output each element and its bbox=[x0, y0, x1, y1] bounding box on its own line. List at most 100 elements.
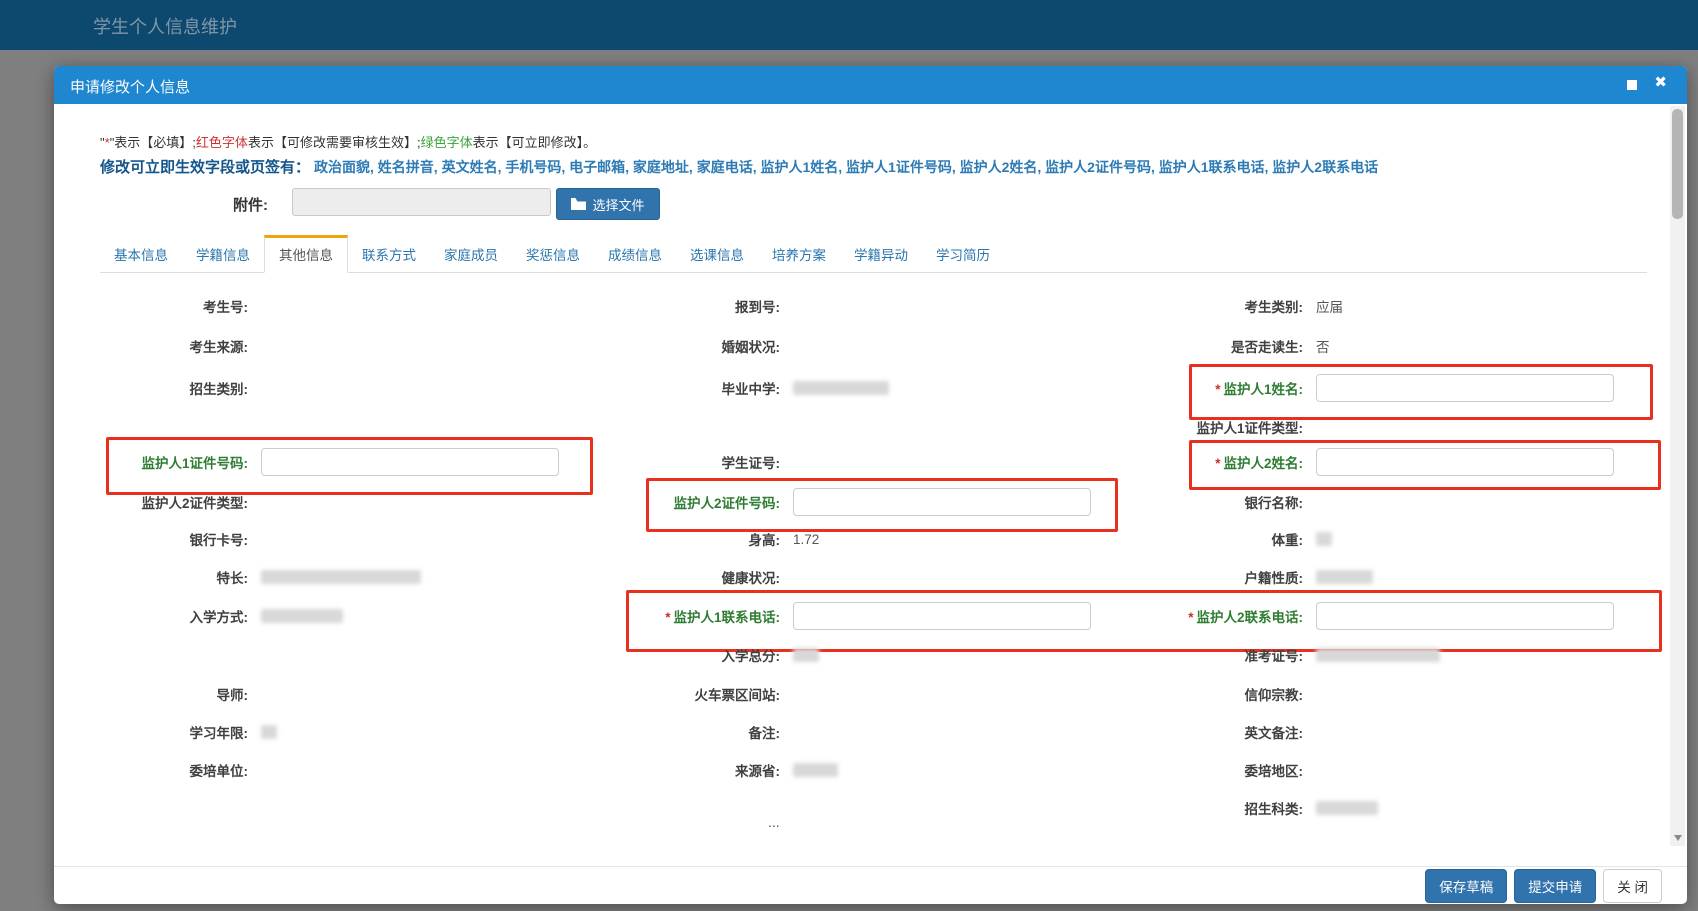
field-kaoshenghao: 考生号: bbox=[100, 291, 261, 321]
field-label: 特长: bbox=[100, 567, 248, 587]
jianhuren1xingming-input[interactable] bbox=[1316, 374, 1614, 402]
close-icon[interactable]: ✖ bbox=[1654, 75, 1667, 90]
field-weipeidiqu: 委培地区: bbox=[1094, 755, 1316, 785]
redacted-value bbox=[1316, 570, 1373, 584]
legend-line1: "*"表示【必填】;红色字体表示【可修改需要审核生效】;绿色字体表示【可立即修改… bbox=[100, 132, 596, 151]
scrollbar[interactable] bbox=[1670, 106, 1685, 846]
overflow-ellipsis: ... bbox=[768, 814, 780, 830]
field-label: 监护人1证件号码: bbox=[100, 452, 248, 472]
attachment-input[interactable] bbox=[292, 188, 551, 216]
field-label: 户籍性质: bbox=[1094, 567, 1303, 587]
field-shifouzudusheng: 是否走读生: 否 bbox=[1094, 331, 1330, 361]
field-label: 英文备注: bbox=[1094, 722, 1303, 742]
field-label: 体重: bbox=[1094, 529, 1303, 549]
restore-icon[interactable] bbox=[1627, 80, 1637, 90]
redacted-value bbox=[793, 648, 819, 662]
legend-part2: 表示【可修改需要审核生效】; bbox=[248, 135, 421, 150]
tab-xuanke-xinxi[interactable]: 选课信息 bbox=[676, 236, 758, 272]
field-label: 健康状况: bbox=[614, 567, 780, 587]
tab-lianxi-fangshi[interactable]: 联系方式 bbox=[348, 236, 430, 272]
jianhuren2lianxidianhua-input[interactable] bbox=[1316, 602, 1614, 630]
scroll-down-button[interactable] bbox=[1670, 830, 1685, 846]
field-label: 学习年限: bbox=[100, 722, 248, 742]
field-laiyuansheng: 来源省: bbox=[614, 755, 838, 785]
modal-title: 申请修改个人信息 bbox=[70, 76, 190, 97]
scrollbar-thumb[interactable] bbox=[1672, 109, 1683, 219]
tab-xuexi-jianli[interactable]: 学习简历 bbox=[922, 236, 1004, 272]
field-value: 否 bbox=[1316, 336, 1330, 356]
redacted-value bbox=[793, 381, 889, 395]
field-label: 招生科类: bbox=[1094, 798, 1303, 818]
field-label: 考生号: bbox=[100, 296, 248, 316]
app-header: 学生个人信息维护 bbox=[0, 0, 1698, 50]
field-zhaoshengleibie: 招生类别: bbox=[100, 373, 261, 403]
field-label-text: 监护人2联系电话: bbox=[1196, 610, 1303, 625]
redacted-value bbox=[1316, 648, 1440, 662]
redacted-value bbox=[1316, 532, 1332, 546]
field-jianhuren1zhengjianleixing: 监护人1证件类型: bbox=[1094, 412, 1316, 442]
tab-qita-xinxi[interactable]: 其他信息 bbox=[264, 235, 348, 273]
tab-bar: 基本信息 学籍信息 其他信息 联系方式 家庭成员 奖惩信息 成绩信息 选课信息 … bbox=[100, 239, 1647, 273]
field-label: *监护人2姓名: bbox=[1094, 452, 1303, 472]
required-marker: * bbox=[665, 610, 670, 625]
field-jianhuren2zhengjianleixing: 监护人2证件类型: bbox=[100, 487, 261, 517]
jianhuren1lianxidianhua-input[interactable] bbox=[793, 602, 1091, 630]
field-kaoshenglaiyuan: 考生来源: bbox=[100, 331, 261, 361]
field-label: 备注: bbox=[614, 722, 780, 742]
tab-xueji-yidong[interactable]: 学籍异动 bbox=[840, 236, 922, 272]
field-label: 火车票区间站: bbox=[614, 684, 780, 704]
field-label: 导师: bbox=[100, 684, 248, 704]
field-jianhuren1zhengjianhaoma: 监护人1证件号码: bbox=[100, 447, 559, 477]
tab-jiangcheng-xinxi[interactable]: 奖惩信息 bbox=[512, 236, 594, 272]
field-label-text: 监护人2姓名: bbox=[1223, 456, 1303, 471]
tab-xueji-xinxi[interactable]: 学籍信息 bbox=[182, 236, 264, 272]
close-button[interactable]: 关 闭 bbox=[1603, 869, 1662, 903]
field-hunyinzhuangkuang: 婚姻状况: bbox=[614, 331, 793, 361]
save-draft-button[interactable]: 保存草稿 bbox=[1425, 869, 1507, 903]
field-label: 银行卡号: bbox=[100, 529, 248, 549]
modal-dialog: 申请修改个人信息 ✖ "*"表示【必填】;红色字体表示【可修改需要审核生效】;绿… bbox=[54, 66, 1687, 904]
field-label: *监护人1联系电话: bbox=[614, 606, 780, 626]
redacted-value bbox=[261, 609, 343, 623]
jianhuren2zhengjianhaoma-input[interactable] bbox=[793, 488, 1091, 516]
field-label: 银行名称: bbox=[1094, 492, 1303, 512]
field-label: 监护人2证件号码: bbox=[614, 492, 780, 512]
tab-peiyang-fangan[interactable]: 培养方案 bbox=[758, 236, 840, 272]
field-label: 准考证号: bbox=[1094, 645, 1303, 665]
modal-footer: 保存草稿 提交申请 关 闭 bbox=[54, 866, 1687, 904]
field-label: 信仰宗教: bbox=[1094, 684, 1303, 704]
field-xueshengzhenghao: 学生证号: bbox=[614, 447, 793, 477]
field-label: 报到号: bbox=[614, 296, 780, 316]
field-label: 毕业中学: bbox=[614, 378, 780, 398]
field-label: 监护人1证件类型: bbox=[1094, 417, 1303, 437]
field-beizhu: 备注: bbox=[614, 717, 793, 747]
legend-line2-fields: 政治面貌, 姓名拼音, 英文姓名, 手机号码, 电子邮箱, 家庭地址, 家庭电话… bbox=[314, 159, 1378, 175]
field-tizhong: 体重: bbox=[1094, 524, 1332, 554]
field-baodaohao: 报到号: bbox=[614, 291, 793, 321]
field-label: 招生类别: bbox=[100, 378, 248, 398]
folder-icon bbox=[571, 198, 586, 210]
tab-chengji-xinxi[interactable]: 成绩信息 bbox=[594, 236, 676, 272]
choose-file-button[interactable]: 选择文件 bbox=[556, 188, 660, 220]
submit-application-button[interactable]: 提交申请 bbox=[1514, 869, 1596, 903]
legend-line2: 修改可立即生效字段或页签有：政治面貌, 姓名拼音, 英文姓名, 手机号码, 电子… bbox=[100, 156, 1378, 177]
jianhuren1zhengjianhaoma-input[interactable] bbox=[261, 448, 559, 476]
field-label: 是否走读生: bbox=[1094, 336, 1303, 356]
tab-jiben-xinxi[interactable]: 基本信息 bbox=[100, 236, 182, 272]
field-label: *监护人1姓名: bbox=[1094, 378, 1303, 398]
field-biyezhongxue: 毕业中学: bbox=[614, 373, 889, 403]
legend-part3: 表示【可立即修改】。 bbox=[473, 135, 597, 150]
field-hujixingzhi: 户籍性质: bbox=[1094, 562, 1373, 592]
jianhuren2xingming-input[interactable] bbox=[1316, 448, 1614, 476]
tab-jiating-chengyuan[interactable]: 家庭成员 bbox=[430, 236, 512, 272]
redacted-value bbox=[261, 725, 277, 739]
field-xuexinianxian: 学习年限: bbox=[100, 717, 277, 747]
screen: 学生个人信息维护 申请修改个人信息 ✖ "*"表示【必填】;红色字体表示【可修改… bbox=[0, 0, 1698, 911]
field-jianhuren2lianxidianhua: *监护人2联系电话: bbox=[1094, 601, 1614, 631]
legend-line2-prefix: 修改可立即生效字段或页签有： bbox=[100, 159, 310, 176]
chevron-down-icon bbox=[1674, 835, 1682, 841]
field-label: 入学方式: bbox=[100, 606, 248, 626]
field-jianhuren1lianxidianhua: *监护人1联系电话: bbox=[614, 601, 1091, 631]
redacted-value bbox=[1316, 801, 1378, 815]
field-xinyangzongjiao: 信仰宗教: bbox=[1094, 679, 1316, 709]
